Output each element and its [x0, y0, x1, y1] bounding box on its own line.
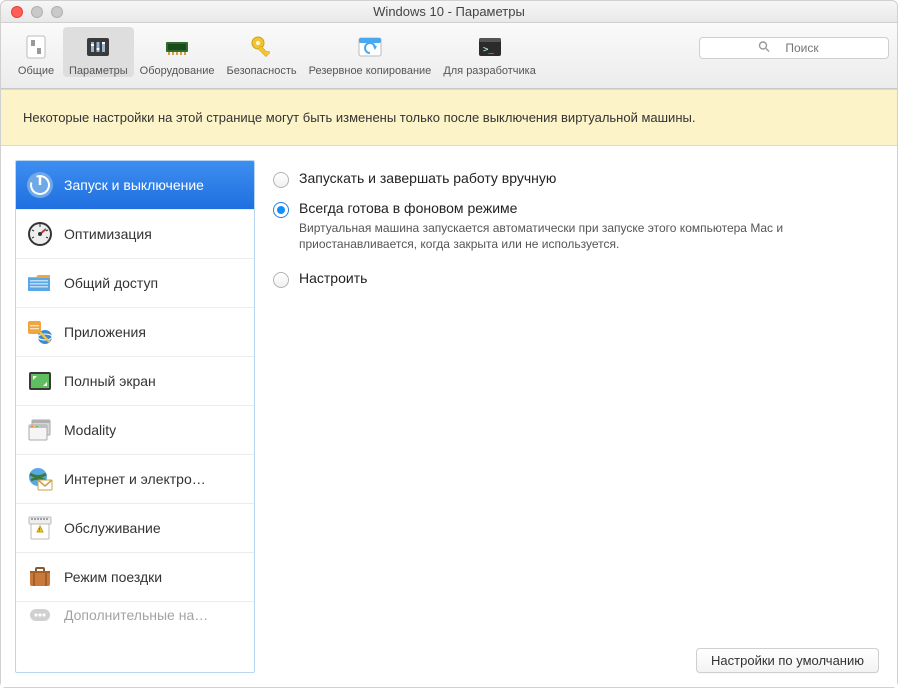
window-title: Windows 10 - Параметры	[1, 4, 897, 19]
toolbar: Общие Параметры	[1, 23, 897, 89]
toolbar-label: Параметры	[69, 65, 128, 77]
switch-icon	[20, 31, 52, 63]
sidebar-item-label: Полный экран	[64, 373, 156, 389]
restore-defaults-button[interactable]: Настройки по умолчанию	[696, 648, 879, 673]
radio-icon	[273, 272, 289, 288]
sidebar-item-label: Запуск и выключение	[64, 177, 204, 193]
toolbar-tab-backup[interactable]: Резервное копирование	[303, 27, 438, 77]
sidebar: Запуск и выключение Оптимизация	[15, 160, 255, 673]
apps-icon	[26, 318, 54, 346]
suitcase-icon	[26, 563, 54, 591]
toolbar-label: Для разработчика	[443, 65, 536, 77]
sidebar-item-modality[interactable]: Modality	[16, 406, 254, 455]
sidebar-item-label: Оптимизация	[64, 226, 152, 242]
warning-banner: Некоторые настройки на этой странице мог…	[1, 89, 897, 146]
minimize-window-icon[interactable]	[31, 6, 43, 18]
sidebar-item-startup-shutdown[interactable]: Запуск и выключение	[16, 161, 254, 210]
sidebar-item-label: Общий доступ	[64, 275, 158, 291]
warning-text: Некоторые настройки на этой странице мог…	[23, 110, 695, 125]
radio-label: Настроить	[299, 270, 367, 286]
toolbar-tab-options[interactable]: Параметры	[63, 27, 134, 77]
search-wrap	[699, 37, 889, 59]
radio-description: Виртуальная машина запускается автоматич…	[299, 220, 859, 252]
power-icon	[26, 171, 54, 199]
maintenance-icon: !	[26, 514, 54, 542]
sidebar-item-label: Режим поездки	[64, 569, 162, 585]
svg-text:>_: >_	[483, 45, 494, 55]
folder-share-icon	[26, 269, 54, 297]
radio-icon	[273, 172, 289, 188]
settings-window: Windows 10 - Параметры Общие	[0, 0, 898, 688]
radio-option-always-ready[interactable]: Всегда готова в фоновом режиме Виртуальн…	[273, 200, 879, 252]
terminal-icon: >_	[474, 31, 506, 63]
toolbar-tab-hardware[interactable]: Оборудование	[134, 27, 221, 77]
toolbar-label: Резервное копирование	[309, 65, 432, 77]
radio-option-manual[interactable]: Запускать и завершать работу вручную	[273, 170, 879, 188]
radio-label: Всегда готова в фоновом режиме	[299, 200, 859, 216]
radio-option-custom[interactable]: Настроить	[273, 270, 879, 288]
content-pane: Запускать и завершать работу вручную Все…	[269, 160, 883, 673]
body: Запуск и выключение Оптимизация	[1, 146, 897, 687]
sidebar-item-web-email[interactable]: Интернет и электро…	[16, 455, 254, 504]
sidebar-item-label: Приложения	[64, 324, 146, 340]
sidebar-item-travel-mode[interactable]: Режим поездки	[16, 553, 254, 602]
globe-mail-icon	[26, 465, 54, 493]
titlebar: Windows 10 - Параметры	[1, 1, 897, 23]
toolbar-label: Общие	[18, 65, 54, 77]
sliders-icon	[82, 31, 114, 63]
toolbar-tab-general[interactable]: Общие	[9, 27, 63, 77]
traffic-lights	[1, 6, 63, 18]
sidebar-item-more-options[interactable]: Дополнительные на…	[16, 602, 254, 624]
sidebar-item-label: Обслуживание	[64, 520, 161, 536]
sidebar-item-maintenance[interactable]: ! Обслуживание	[16, 504, 254, 553]
close-window-icon[interactable]	[11, 6, 23, 18]
radio-icon	[273, 202, 289, 218]
toolbar-label: Безопасность	[226, 65, 296, 77]
fullscreen-icon	[26, 367, 54, 395]
sidebar-item-fullscreen[interactable]: Полный экран	[16, 357, 254, 406]
svg-text:!: !	[39, 528, 40, 534]
sidebar-item-sharing[interactable]: Общий доступ	[16, 259, 254, 308]
radio-label: Запускать и завершать работу вручную	[299, 170, 556, 186]
sidebar-item-label: Modality	[64, 422, 116, 438]
chip-icon	[161, 31, 193, 63]
backup-icon	[354, 31, 386, 63]
toolbar-label: Оборудование	[140, 65, 215, 77]
zoom-window-icon[interactable]	[51, 6, 63, 18]
footer: Настройки по умолчанию	[696, 648, 879, 673]
key-icon	[246, 31, 278, 63]
sidebar-item-label: Интернет и электро…	[64, 471, 206, 487]
toolbar-tab-security[interactable]: Безопасность	[220, 27, 302, 77]
sidebar-item-optimization[interactable]: Оптимизация	[16, 210, 254, 259]
sidebar-item-label: Дополнительные на…	[64, 607, 208, 623]
windows-icon	[26, 416, 54, 444]
gauge-icon	[26, 220, 54, 248]
sidebar-item-applications[interactable]: Приложения	[16, 308, 254, 357]
toolbar-tab-developer[interactable]: >_ Для разработчика	[437, 27, 542, 77]
search-input[interactable]	[699, 37, 889, 59]
more-icon	[26, 607, 54, 623]
